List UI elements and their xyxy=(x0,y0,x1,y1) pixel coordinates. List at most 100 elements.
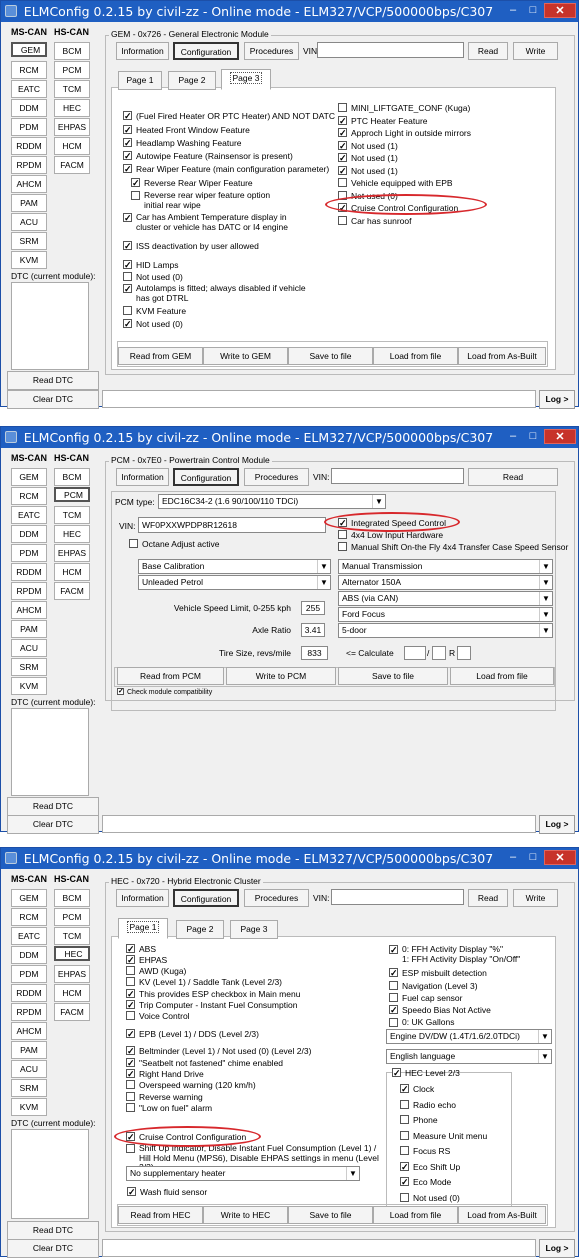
left-select[interactable]: Base Calibration ▼ xyxy=(138,559,331,574)
speed_limit-field[interactable]: 255 xyxy=(301,601,325,615)
maximize-icon[interactable]: □ xyxy=(523,3,543,18)
vin-input[interactable] xyxy=(317,42,464,58)
tire-rim-field[interactable] xyxy=(457,646,471,660)
module-button-rddm[interactable]: RDDM xyxy=(11,984,47,1002)
write-to-gem-button[interactable]: Write to GEM xyxy=(203,347,288,365)
module-button-gem[interactable]: GEM xyxy=(11,468,47,486)
module-button-tcm[interactable]: TCM xyxy=(54,506,90,524)
module-button-rddm[interactable]: RDDM xyxy=(11,563,47,581)
log-button[interactable]: Log > xyxy=(539,390,575,409)
tab-configuration[interactable]: Configuration xyxy=(173,42,239,60)
axle_ratio-field[interactable]: 3.41 xyxy=(301,623,325,637)
write-button[interactable]: Write xyxy=(513,42,558,60)
right-select[interactable]: Ford Focus ▼ xyxy=(338,607,553,622)
clear-dtc-button[interactable]: Clear DTC xyxy=(7,815,99,834)
module-button-rpdm[interactable]: RPDM xyxy=(11,582,47,600)
minimize-icon[interactable]: – xyxy=(503,429,523,444)
module-button-ehpas[interactable]: EHPAS xyxy=(54,965,90,983)
tire-profile-field[interactable] xyxy=(432,646,446,660)
module-button-hcm[interactable]: HCM xyxy=(54,984,90,1002)
read-button[interactable]: Read xyxy=(468,889,508,907)
load-from-file-button[interactable]: Load from file xyxy=(373,1206,458,1224)
module-button-kvm[interactable]: KVM xyxy=(11,677,47,695)
close-icon[interactable]: ✕ xyxy=(544,850,576,865)
tire_size-field[interactable]: 833 xyxy=(301,646,328,660)
write-to-hec-button[interactable]: Write to HEC xyxy=(203,1206,288,1224)
log-button[interactable]: Log > xyxy=(539,815,575,834)
save-to-file-button[interactable]: Save to file xyxy=(338,667,448,685)
module-button-srm[interactable]: SRM xyxy=(11,232,47,250)
right-select[interactable]: Manual Transmission ▼ xyxy=(338,559,553,574)
module-button-ahcm[interactable]: AHCM xyxy=(11,175,47,193)
close-icon[interactable]: ✕ xyxy=(544,429,576,444)
tab-information[interactable]: Information xyxy=(116,889,169,907)
module-button-ehpas[interactable]: EHPAS xyxy=(54,118,90,136)
load-from-file-button[interactable]: Load from file xyxy=(450,667,554,685)
clear-dtc-button[interactable]: Clear DTC xyxy=(7,390,99,409)
vin-input[interactable] xyxy=(331,889,464,905)
module-button-pam[interactable]: PAM xyxy=(11,1041,47,1059)
module-button-ahcm[interactable]: AHCM xyxy=(11,1022,47,1040)
module-button-acu[interactable]: ACU xyxy=(11,213,47,231)
module-button-rddm[interactable]: RDDM xyxy=(11,137,47,155)
module-button-bcm[interactable]: BCM xyxy=(54,889,90,907)
module-button-ddm[interactable]: DDM xyxy=(11,99,47,117)
module-button-tcm[interactable]: TCM xyxy=(54,80,90,98)
module-button-kvm[interactable]: KVM xyxy=(11,1098,47,1116)
tab-information[interactable]: Information xyxy=(116,468,169,486)
tab-page-3[interactable]: Page 3 xyxy=(221,69,271,90)
module-button-gem[interactable]: GEM xyxy=(11,42,47,57)
module-button-facm[interactable]: FACM xyxy=(54,156,90,174)
clear-dtc-button[interactable]: Clear DTC xyxy=(7,1239,99,1258)
module-button-bcm[interactable]: BCM xyxy=(54,42,90,60)
read-from-gem-button[interactable]: Read from GEM xyxy=(118,347,203,365)
module-button-pcm[interactable]: PCM xyxy=(54,908,90,926)
read-dtc-button[interactable]: Read DTC xyxy=(7,371,99,390)
dtc-list[interactable] xyxy=(11,282,89,370)
tab-page-2[interactable]: Page 2 xyxy=(176,920,224,939)
module-button-acu[interactable]: ACU xyxy=(11,639,47,657)
tab-procedures[interactable]: Procedures xyxy=(244,42,299,60)
right-select[interactable]: 5-door ▼ xyxy=(338,623,553,638)
save-to-file-button[interactable]: Save to file xyxy=(288,1206,373,1224)
language-select[interactable]: English language ▼ xyxy=(386,1049,552,1064)
left-select[interactable]: Unleaded Petrol ▼ xyxy=(138,575,331,590)
engine-select[interactable]: Engine DV/DW (1.4T/1.6/2.0TDCi) ▼ xyxy=(386,1029,552,1044)
log-button[interactable]: Log > xyxy=(539,1239,575,1258)
read-from-pcm-button[interactable]: Read from PCM xyxy=(117,667,224,685)
write-button[interactable]: Write xyxy=(513,889,558,907)
module-button-ahcm[interactable]: AHCM xyxy=(11,601,47,619)
load-from-asbuilt-button[interactable]: Load from As-Built xyxy=(458,1206,546,1224)
tire-width-field[interactable] xyxy=(404,646,426,660)
module-button-srm[interactable]: SRM xyxy=(11,658,47,676)
right-select[interactable]: Alternator 150A ▼ xyxy=(338,575,553,590)
read-dtc-button[interactable]: Read DTC xyxy=(7,797,99,816)
module-button-hcm[interactable]: HCM xyxy=(54,137,90,155)
module-button-eatc[interactable]: EATC xyxy=(11,80,47,98)
pcm-type-select[interactable]: EDC16C34-2 (1.6 90/100/110 TDCi) ▼ xyxy=(158,494,386,509)
module-button-pdm[interactable]: PDM xyxy=(11,965,47,983)
read-button[interactable]: Read xyxy=(468,468,558,486)
module-button-rpdm[interactable]: RPDM xyxy=(11,156,47,174)
write-to-pcm-button[interactable]: Write to PCM xyxy=(226,667,336,685)
tab-procedures[interactable]: Procedures xyxy=(244,889,309,907)
vin-field[interactable]: WF0PXXWPDP8R12618 xyxy=(138,517,326,533)
right-select[interactable]: ABS (via CAN) ▼ xyxy=(338,591,553,606)
tab-procedures[interactable]: Procedures xyxy=(244,468,309,486)
tab-page-1[interactable]: Page 1 xyxy=(118,71,162,90)
module-button-ddm[interactable]: DDM xyxy=(11,946,47,964)
tab-configuration[interactable]: Configuration xyxy=(173,468,239,486)
maximize-icon[interactable]: □ xyxy=(523,429,543,444)
tab-page-3[interactable]: Page 3 xyxy=(230,920,278,939)
read-dtc-button[interactable]: Read DTC xyxy=(7,1221,99,1240)
module-button-hec[interactable]: HEC xyxy=(54,99,90,117)
module-button-pam[interactable]: PAM xyxy=(11,194,47,212)
tab-page-2[interactable]: Page 2 xyxy=(168,71,216,90)
module-button-gem[interactable]: GEM xyxy=(11,889,47,907)
load-from-asbuilt-button[interactable]: Load from As-Built xyxy=(458,347,546,365)
module-button-pdm[interactable]: PDM xyxy=(11,544,47,562)
module-button-ddm[interactable]: DDM xyxy=(11,525,47,543)
module-button-pam[interactable]: PAM xyxy=(11,620,47,638)
module-button-hec[interactable]: HEC xyxy=(54,946,90,961)
maximize-icon[interactable]: □ xyxy=(523,850,543,865)
